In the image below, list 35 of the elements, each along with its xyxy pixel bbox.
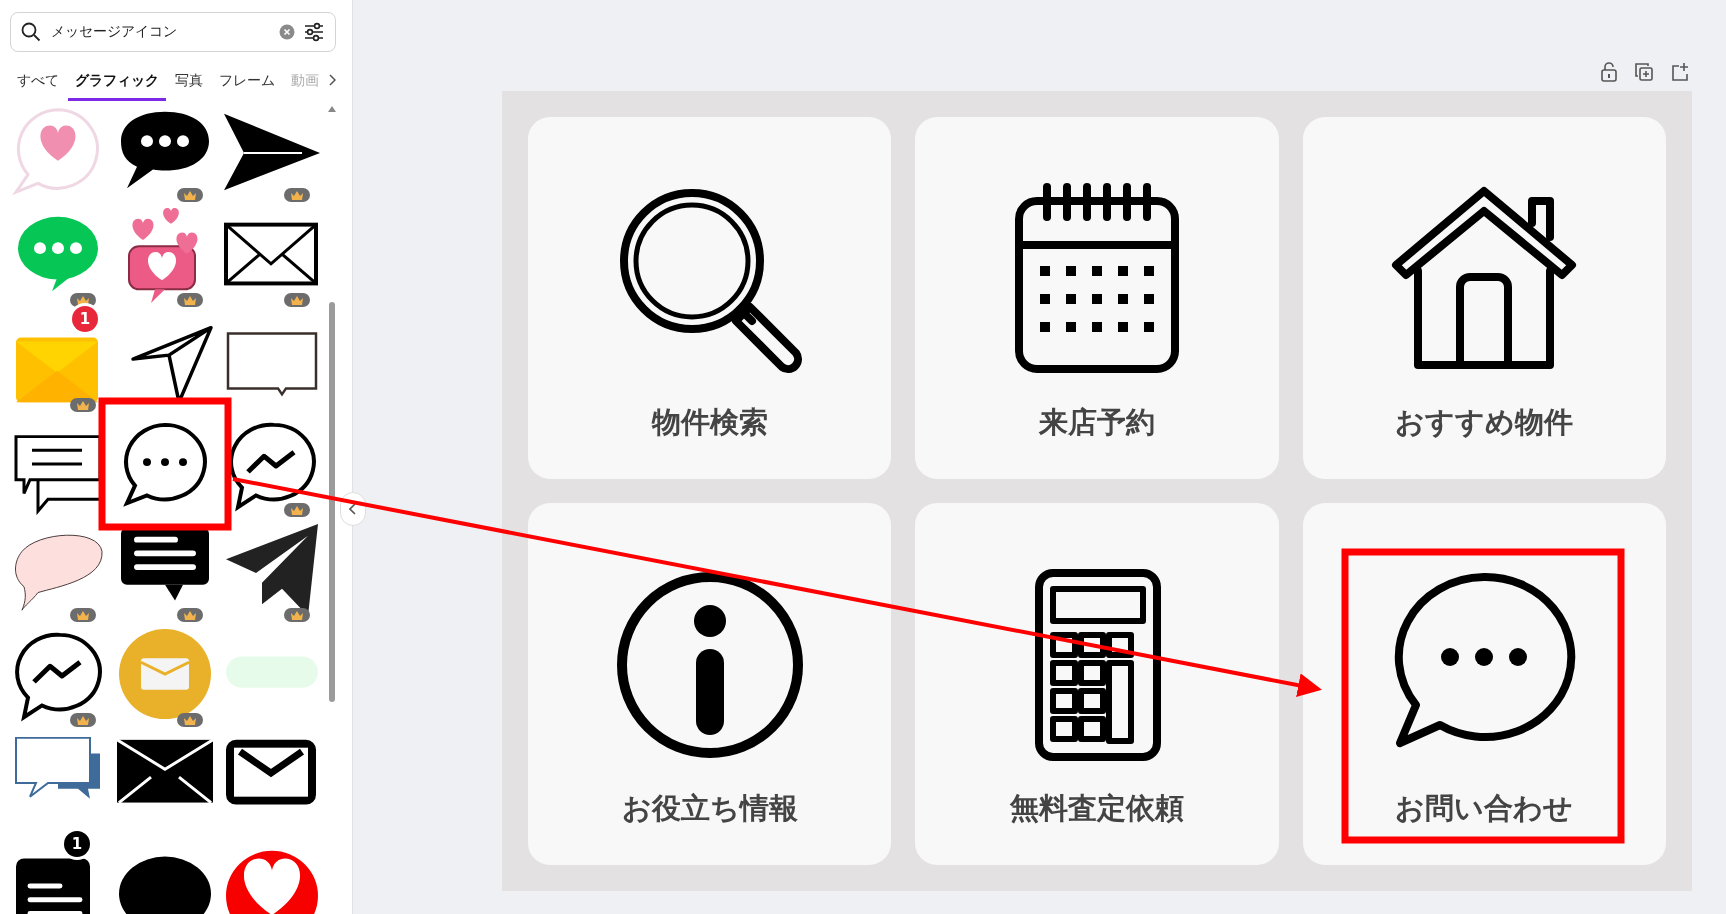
card-label: お役立ち情報 [621, 790, 798, 827]
crown-icon [77, 610, 89, 620]
duplicate-icon[interactable] [1634, 62, 1654, 82]
clear-icon[interactable] [279, 24, 295, 40]
chevron-right-icon[interactable] [328, 74, 336, 86]
category-tab[interactable]: グラフィック [68, 66, 166, 101]
card-label: お問い合わせ [1395, 790, 1574, 827]
crown-icon [77, 715, 89, 725]
filter-icon[interactable] [303, 22, 325, 42]
crown-icon [291, 610, 303, 620]
search-icon [21, 22, 41, 42]
add-page-icon[interactable] [1670, 62, 1690, 82]
category-tab[interactable]: すべて [10, 66, 66, 101]
search-input[interactable]: メッセージアイコン [49, 23, 271, 41]
card-label: おすすめ物件 [1395, 404, 1574, 441]
card-label: 無料査定依頼 [1010, 790, 1184, 827]
crown-icon [184, 715, 196, 725]
crown-icon [291, 190, 303, 200]
crown-icon [291, 505, 303, 515]
scroll-up-icon[interactable] [328, 106, 336, 112]
category-tab[interactable]: フレーム [212, 66, 282, 101]
crown-icon [184, 295, 196, 305]
search-field[interactable]: メッセージアイコン [10, 12, 336, 52]
card-label: 来店予約 [1039, 404, 1155, 441]
crown-icon [184, 610, 196, 620]
crown-icon [77, 400, 89, 410]
count-badge: 1 [72, 306, 98, 332]
lock-icon[interactable] [1600, 62, 1618, 82]
crown-icon [77, 295, 89, 305]
card-label: 物件検索 [651, 404, 768, 441]
count-badge: 1 [64, 831, 90, 857]
category-tab[interactable]: 写真 [168, 66, 210, 101]
crown-icon [291, 295, 303, 305]
crown-icon [184, 190, 196, 200]
chevron-left-icon [349, 503, 357, 515]
